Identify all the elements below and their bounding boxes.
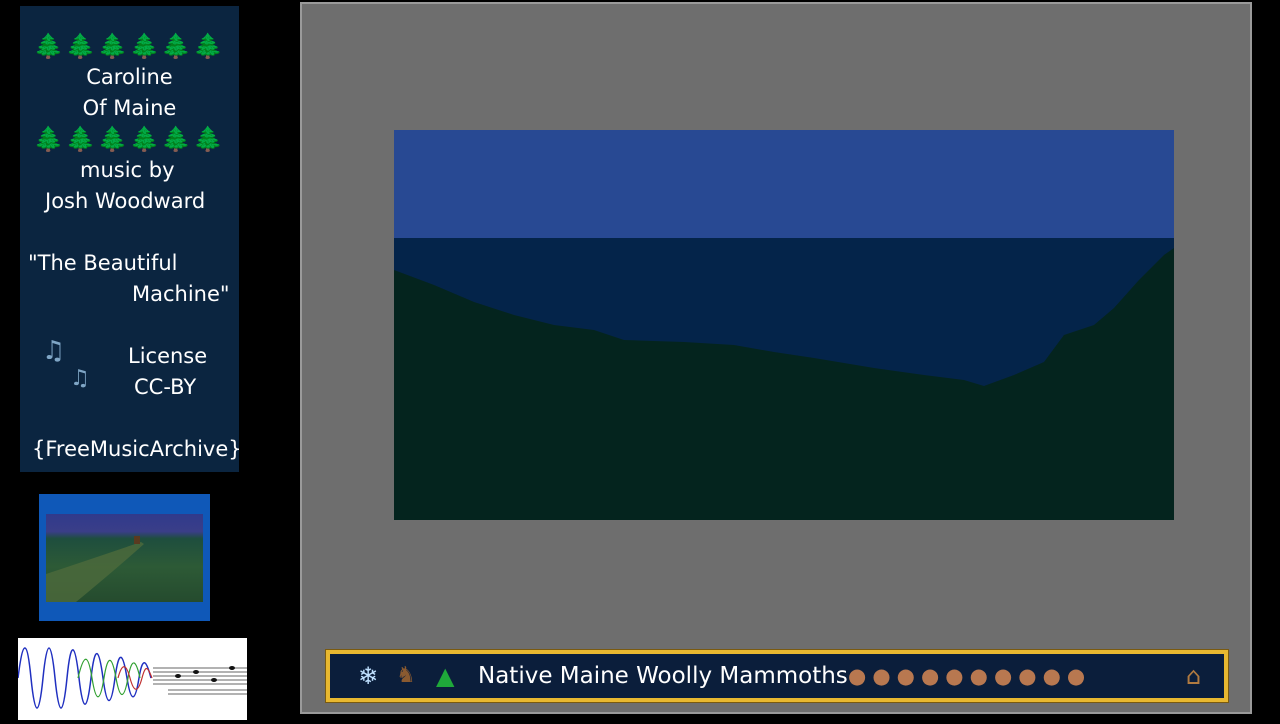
thumbnail-image (46, 514, 203, 602)
title-line-1: Caroline (86, 65, 173, 89)
info-panel: 🌲🌲🌲🌲🌲🌲 Caroline Of Maine 🌲🌲🌲🌲🌲🌲 music by… (20, 6, 242, 472)
source-label: {FreeMusicArchive} (32, 437, 242, 461)
landscape-scene (394, 130, 1174, 520)
song-line-1: "The Beautiful (28, 251, 178, 275)
license-value: CC-BY (134, 375, 197, 399)
cave-icon: ⌂ (1186, 662, 1202, 690)
pine-tree-icon: ▲ (436, 662, 455, 690)
audio-waveform (17, 638, 247, 720)
snowflake-icon: ❄ (358, 662, 379, 690)
banner-text: Native Maine Woolly Mammoths (478, 663, 848, 689)
song-line-2: Machine" (132, 282, 230, 306)
scene-thumbnail (39, 494, 210, 621)
tree-row-icon: 🌲🌲🌲🌲🌲🌲 (33, 125, 226, 153)
main-viewer: ❄ ♞ ▲ Native Maine Woolly Mammoths ●●●●●… (300, 2, 1252, 714)
tree-row-icon: 🌲🌲🌲🌲🌲🌲 (33, 32, 226, 60)
credit-line-1: music by (80, 158, 175, 182)
mammoth-icon: ●●●●●●●●●● (848, 664, 1092, 688)
music-note-icon: ♫ (42, 336, 66, 366)
music-note-icon: ♫ (70, 366, 90, 391)
license-label: License (128, 344, 208, 368)
title-line-2: Of Maine (82, 96, 177, 120)
ticker-banner: ❄ ♞ ▲ Native Maine Woolly Mammoths ●●●●●… (325, 649, 1229, 703)
sky (394, 130, 1174, 238)
moose-icon: ♞ (396, 663, 416, 688)
credit-line-2: Josh Woodward (45, 189, 206, 213)
